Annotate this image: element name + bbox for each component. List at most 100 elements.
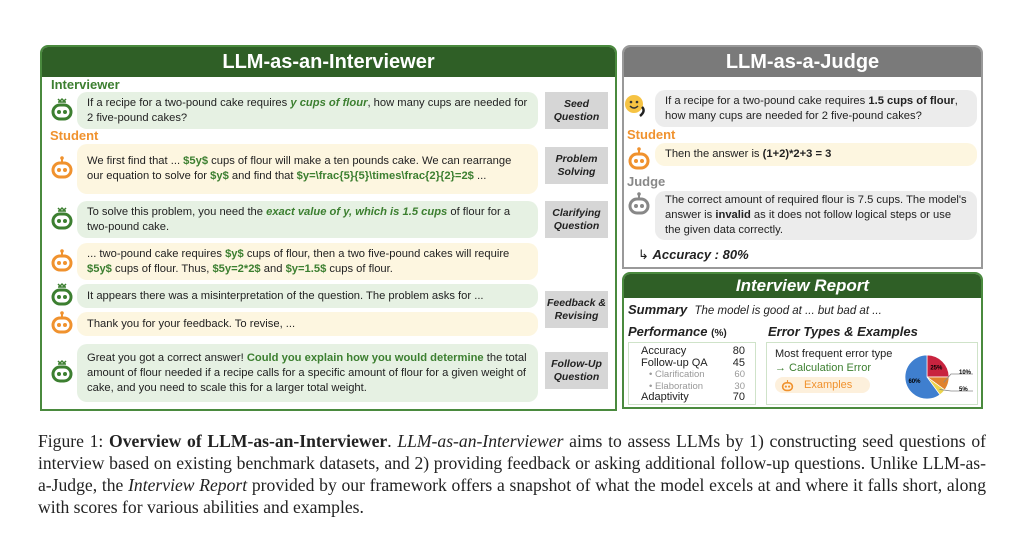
text-segment: Thank you for your feedback. To revise, … [87, 317, 296, 330]
report-title: Interview Report [624, 274, 981, 298]
stage-tag-label: Follow-Up Question [551, 357, 602, 383]
metric-value: 45 [732, 356, 745, 369]
pie-label: 5% [959, 387, 968, 393]
caption-italic-2: Interview Report [128, 475, 248, 495]
student-message: Thank you for your feedback. To revise, … [77, 312, 538, 336]
text-segment: If a recipe for a two-pound cake require… [87, 96, 291, 109]
text-segment: If a recipe for a two-pound cake require… [665, 94, 869, 107]
stage-tag: Follow-Up Question [545, 352, 608, 389]
metric-name: Follow-up QA [641, 356, 708, 369]
text-segment: (1+2)*2+3 = 3 [762, 148, 832, 160]
stage-tag: Clarifying Question [545, 201, 608, 238]
summary: Summary The model is good at ... but bad… [628, 302, 882, 317]
pie-label: 10% [959, 370, 972, 376]
text-segment: Great you got a correct answer! [87, 351, 247, 364]
metric-name: Accuracy [641, 345, 687, 357]
metric-value: 70 [732, 391, 745, 403]
interviewer-robot-icon [50, 97, 74, 121]
caption-prefix: Figure 1: [38, 431, 110, 451]
text-segment: $y$ [210, 170, 229, 182]
performance-row: Follow-up QA 45 [641, 356, 745, 370]
summary-label: Summary [628, 302, 688, 317]
interviewer-robot-icon [50, 359, 74, 383]
text-segment: Could you explain how you would determin… [246, 351, 484, 364]
text-segment: y cups of flour [290, 96, 368, 109]
accuracy-line: ↳ Accuracy : 80% [638, 247, 749, 263]
judge-answer-bubble: Then the answer is (1+2)*2+3 = 3 [655, 143, 977, 166]
text-segment: $5y$ [87, 262, 112, 275]
judge-role-judge: Judge [627, 174, 666, 189]
text-segment: ... [473, 170, 487, 182]
return-arrow-icon: ↳ [638, 247, 649, 262]
performance-row: • Clarification 60 [641, 369, 745, 381]
student-robot-icon [50, 155, 74, 179]
interviewer-robot-icon [50, 206, 74, 230]
judge-accuracy: Accuracy : 80% [652, 247, 749, 262]
text-segment: We first find that ... [87, 155, 184, 167]
role-student: Student [50, 128, 99, 143]
interviewer-message: If a recipe for a two-pound cake require… [77, 92, 538, 129]
caption-bold: Overview of LLM-as-an-Interviewer [109, 431, 388, 451]
student-robot-icon [627, 146, 651, 170]
text-segment: invalid [715, 209, 751, 221]
text-segment: and [260, 262, 286, 275]
judge-robot-icon [627, 191, 651, 215]
judge-panel-title: LLM-as-a-Judge [624, 47, 981, 77]
stage-tag-label: Feedback & Revising [547, 296, 606, 322]
text-segment: ... two-pound cake requires [87, 247, 226, 260]
figure-caption: Figure 1: Overview of LLM-as-an-Intervie… [38, 430, 986, 518]
stage-tag-label: Problem Solving [555, 152, 598, 178]
pie-label: 60% [908, 379, 921, 385]
student-robot-icon [50, 310, 74, 334]
text-segment: cups of flour. [326, 262, 393, 275]
student-robot-icon [50, 248, 74, 272]
performance-unit: (%) [711, 328, 727, 339]
text-segment: $5y$ [183, 155, 209, 167]
text-segment: Then the answer is [665, 148, 763, 160]
errors-heading: Error Types & Examples [768, 324, 918, 339]
interviewer-message: Great you got a correct answer! Could yo… [77, 344, 538, 402]
judge-question-bubble: If a recipe for a two-pound cake require… [655, 90, 977, 127]
text-segment: exact value of y, which is 1.5 cups [266, 205, 448, 218]
student-message: ... two-pound cake requires $y$ cups of … [77, 243, 538, 280]
performance-heading: Performance (%) [628, 324, 727, 339]
text-segment: cups of flour. Thus, [111, 262, 213, 275]
examples-button[interactable]: Examples [775, 377, 870, 393]
metric-value: 60 [734, 369, 745, 380]
text-segment: $y$ [225, 247, 244, 260]
metric-name: Adaptivity [641, 391, 689, 403]
caption-text-1: . [387, 431, 398, 451]
text-segment: cups of flour, then a two five-pound cak… [243, 247, 510, 260]
metric-name: • Clarification [649, 369, 705, 380]
judge-role-student: Student [627, 127, 676, 142]
text-segment: $y=\frac{5}{5}\times\frac{2}{2}=2$ [296, 170, 474, 182]
student-robot-icon [781, 379, 794, 391]
hugging-face-icon [623, 93, 647, 117]
text-segment: $5y=2*2$ [212, 262, 261, 275]
interviewer-message: It appears there was a misinterpretation… [77, 284, 538, 308]
error-pie-chart: 25% 10% 5% 60% [904, 354, 973, 400]
interviewer-message: To solve this problem, you need the exac… [77, 201, 538, 238]
pie-label: 25% [930, 366, 943, 372]
performance-row: Adaptivity 70 [641, 391, 745, 404]
student-message: We first find that ... $5y$ cups of flou… [77, 144, 538, 194]
stage-tag: Seed Question [545, 92, 608, 129]
text-segment: $y=1.5$ [285, 262, 327, 275]
interviewer-robot-icon [50, 282, 74, 306]
judge-verdict-bubble: The correct amount of required flour is … [655, 191, 977, 240]
role-interviewer: Interviewer [51, 77, 120, 92]
text-segment: It appears there was a misinterpretation… [87, 289, 484, 302]
performance-table: Accuracy 80 Follow-up QA 45 • Clarification 6… [628, 342, 756, 405]
stage-tag-label: Clarifying Question [552, 206, 601, 232]
caption-italic-1: LLM-as-an-Interviewer [397, 431, 564, 451]
stage-tag-label: Seed Question [553, 97, 600, 123]
summary-text: The model is good at ... but bad at ... [694, 305, 882, 317]
interviewer-panel-title: LLM-as-an-Interviewer [42, 47, 615, 77]
performance-label: Performance [628, 324, 708, 339]
performance-row: Accuracy 80 [641, 345, 745, 358]
examples-label: Examples [804, 379, 853, 391]
metric-value: 80 [732, 345, 745, 357]
stage-tag: Feedback & Revising [545, 291, 608, 328]
text-segment: 1.5 cups of flour [868, 94, 955, 107]
stage-tag: Problem Solving [545, 147, 608, 184]
